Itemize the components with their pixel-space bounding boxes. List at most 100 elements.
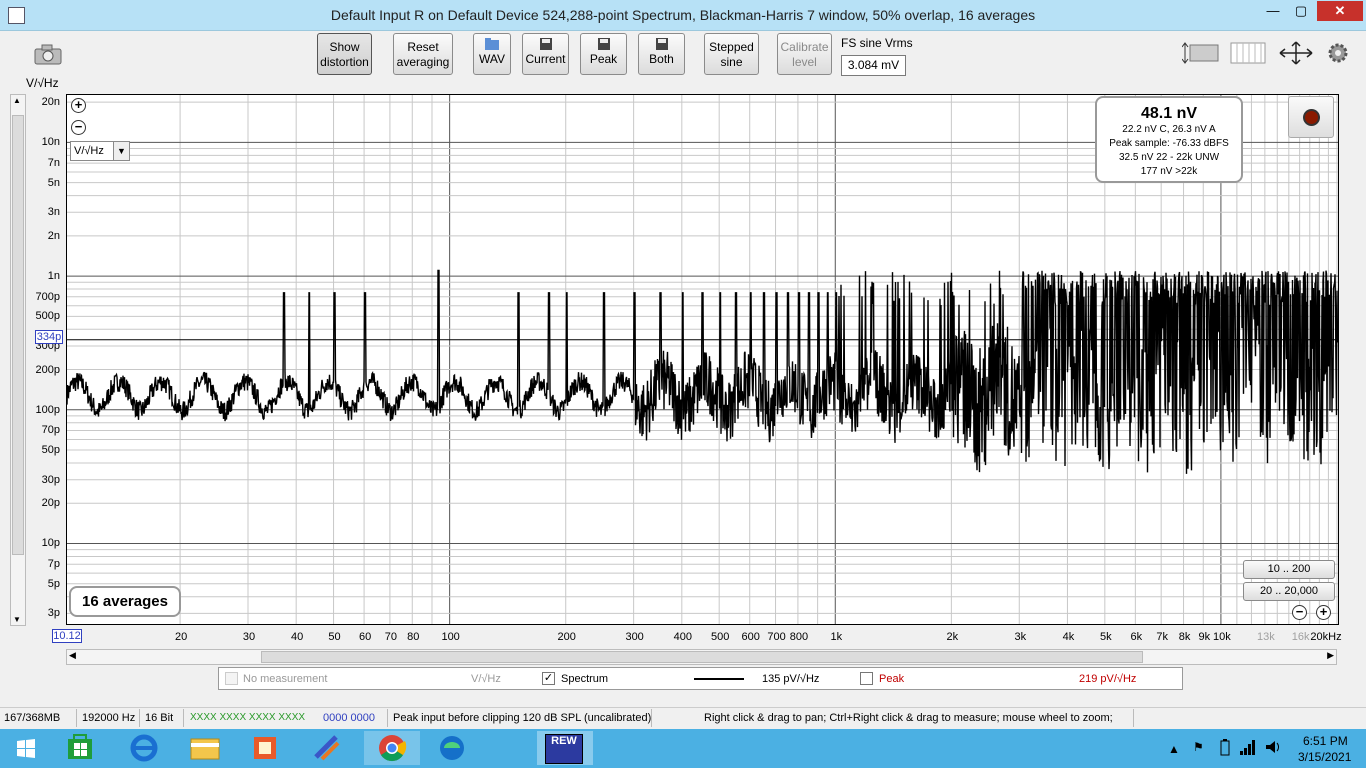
y-unit-label: V/√Hz xyxy=(26,76,59,90)
taskbar: REW ▲ ⚑ 6:51 PM 3/15/2021 xyxy=(0,729,1366,768)
spectrum-checkbox[interactable]: ✓ xyxy=(542,672,555,685)
spectrum-line-swatch xyxy=(694,678,744,680)
x-tick-label: 9k xyxy=(1198,631,1211,643)
x-tick-label: 60 xyxy=(358,631,372,643)
edge-icon[interactable] xyxy=(432,731,472,765)
internet-explorer-icon[interactable] xyxy=(124,731,164,765)
x-tick-label: 200 xyxy=(557,631,576,643)
store-icon[interactable] xyxy=(60,731,100,765)
rew-app-icon[interactable]: REW xyxy=(537,731,593,765)
x-min-value[interactable]: 10.12 xyxy=(52,629,82,643)
peak-value: 219 pV/√Hz xyxy=(1079,673,1137,685)
spectrum-label: Spectrum xyxy=(561,673,609,685)
clipping-info: Peak input before clipping 120 dB SPL (u… xyxy=(393,712,652,724)
unit-select[interactable]: V/√Hz ▼ xyxy=(70,141,130,161)
x-tick-label: 800 xyxy=(789,631,809,643)
gear-icon[interactable] xyxy=(1326,41,1350,65)
y-tick-label: 1n xyxy=(47,270,60,283)
spectrum-value: 135 pV/√Hz xyxy=(762,673,820,685)
save-peak-button[interactable]: Peak xyxy=(580,33,627,75)
output-level-meter: 0000 0000 xyxy=(323,712,375,724)
info-line: Peak sample: -76.33 dBFS xyxy=(1109,138,1229,149)
info-line: 177 nV >22k xyxy=(1140,166,1198,177)
floppy-icon xyxy=(597,38,611,50)
x-tick-label: 20kHz xyxy=(1310,631,1342,643)
range-20-20000-button[interactable]: 20 .. 20,000 xyxy=(1243,582,1335,601)
info-line: 22.2 nV C, 26.3 nV A xyxy=(1122,124,1216,135)
move-arrows-icon[interactable] xyxy=(1278,41,1314,65)
calibrate-level-button[interactable]: Calibrate level xyxy=(777,33,832,75)
x-zoom-out-icon[interactable]: − xyxy=(1292,605,1307,620)
record-button[interactable] xyxy=(1288,96,1334,138)
range-10-200-button[interactable]: 10 .. 200 xyxy=(1243,560,1335,579)
show-hidden-icons-icon[interactable]: ▲ xyxy=(1168,742,1180,756)
stepped-sine-button[interactable]: Stepped sine xyxy=(704,33,759,75)
paint-icon[interactable] xyxy=(245,731,285,765)
save-both-button[interactable]: Both xyxy=(638,33,685,75)
speaker-icon[interactable] xyxy=(1265,739,1281,758)
battery-icon[interactable] xyxy=(1220,738,1230,759)
fs-sine-label: FS sine Vrms xyxy=(841,36,913,50)
horizontal-scrollbar[interactable]: ◀ ▶ xyxy=(66,649,1337,665)
signal-icon[interactable] xyxy=(1240,739,1256,758)
y-tick-label: 10n xyxy=(41,136,60,149)
x-tick-label: 100 xyxy=(441,631,460,643)
flag-icon[interactable]: ⚑ xyxy=(1193,740,1204,754)
y-tick-label: 7p xyxy=(47,558,60,571)
x-tick-label: 3k xyxy=(1014,631,1027,643)
x-tick-label: 400 xyxy=(673,631,692,643)
x-tick-label: 40 xyxy=(291,631,304,643)
chrome-icon[interactable] xyxy=(364,731,420,765)
zoom-out-icon[interactable]: − xyxy=(71,120,86,135)
toolbar: Show distortion Reset averaging WAV Curr… xyxy=(0,31,1366,91)
clock-time[interactable]: 6:51 PM xyxy=(1303,734,1348,748)
x-tick-label: 16k xyxy=(1291,631,1310,643)
status-bar: 167/368MB 192000 Hz 16 Bit XXXX XXXX XXX… xyxy=(0,707,1366,729)
bit-depth: 16 Bit xyxy=(145,712,174,724)
show-distortion-button[interactable]: Show distortion xyxy=(317,33,372,75)
maximize-button[interactable]: ▢ xyxy=(1288,1,1314,21)
x-tick-label: 80 xyxy=(407,631,420,643)
spectrum-trace xyxy=(67,269,1338,474)
y-tick-label: 5p xyxy=(47,577,60,590)
peak-checkbox[interactable] xyxy=(860,672,873,685)
file-explorer-icon[interactable] xyxy=(185,731,225,765)
horizontal-scroll-thumb[interactable] xyxy=(261,651,1143,663)
audio-tool-icon[interactable] xyxy=(308,731,348,765)
floppy-icon xyxy=(655,38,669,50)
zoom-in-icon[interactable]: + xyxy=(71,98,86,113)
x-tick-label: 6k xyxy=(1130,631,1143,643)
scroll-right-icon[interactable]: ▶ xyxy=(1327,650,1334,661)
x-tick-label: 4k xyxy=(1062,631,1075,643)
save-current-button[interactable]: Current xyxy=(522,33,569,75)
scroll-left-icon[interactable]: ◀ xyxy=(69,650,76,661)
cursor-y-value: 334p xyxy=(35,330,63,344)
camera-icon[interactable] xyxy=(33,43,63,65)
floppy-icon xyxy=(539,38,553,50)
windows-start-icon[interactable] xyxy=(5,731,45,765)
x-zoom-in-icon[interactable]: + xyxy=(1316,605,1331,620)
y-tick-label: 7n xyxy=(47,157,60,170)
clock-date[interactable]: 3/15/2021 xyxy=(1298,750,1351,764)
peak-label: Peak xyxy=(589,52,618,66)
x-tick-label: 700 xyxy=(767,631,786,643)
unit-select-value: V/√Hz xyxy=(74,145,104,157)
reset-averaging-button[interactable]: Reset averaging xyxy=(393,33,453,75)
x-tick-label: 50 xyxy=(328,631,341,643)
folder-icon xyxy=(485,38,499,50)
x-tick-label: 8k xyxy=(1178,631,1191,643)
x-tick-label: 5k xyxy=(1100,631,1112,643)
close-button[interactable]: ✕ xyxy=(1317,1,1363,21)
y-tick-label: 50p xyxy=(41,444,60,457)
columns-icon[interactable] xyxy=(1230,41,1266,65)
fs-sine-input[interactable]: 3.084 mV xyxy=(841,55,906,76)
resize-vertical-icon[interactable] xyxy=(1181,41,1220,65)
wav-button[interactable]: WAV xyxy=(473,33,511,75)
y-tick-label: 100p xyxy=(35,403,60,416)
y-tick-label: 20n xyxy=(41,96,60,109)
x-tick-label: 500 xyxy=(710,631,730,643)
minimize-button[interactable]: — xyxy=(1258,1,1288,21)
y-tick-label: 5n xyxy=(47,176,60,189)
x-tick-label: 1k xyxy=(830,631,843,643)
record-icon xyxy=(1305,111,1318,124)
